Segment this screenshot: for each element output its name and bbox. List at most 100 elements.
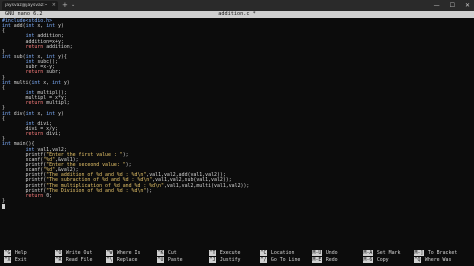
shortcut-label: Paste: [167, 257, 183, 263]
code-token: y): [57, 110, 64, 117]
shortcut-label: Cut: [167, 250, 177, 256]
minimize-icon[interactable]: —: [434, 0, 440, 11]
terminal-window: jaysvaz@jaysvaz:~ × + ⌄ — ☐ ✕ GNU nano 6…: [0, 0, 474, 266]
shortcut-key: M-A: [363, 250, 373, 256]
shortcut-label: Read File: [65, 257, 93, 263]
shortcut-key: M-U: [312, 250, 322, 256]
code-token: return: [25, 69, 47, 76]
shortcut-label: Where Was: [424, 257, 452, 263]
code-token: int: [31, 79, 44, 86]
shortcut-paste[interactable]: ^U Paste: [157, 257, 183, 263]
code-token: );: [122, 151, 129, 158]
maximize-icon[interactable]: ☐: [450, 0, 455, 11]
shortcut-key: ^U: [157, 257, 164, 263]
code-token: subr;: [46, 69, 61, 76]
shortcut-write-out[interactable]: ^O Write Out: [55, 250, 92, 256]
shortcut-label: Go To Line: [270, 257, 301, 263]
shortcut-replace[interactable]: ^\ Replace: [106, 257, 138, 263]
shortcut-location[interactable]: ^C Location: [260, 250, 294, 256]
code-token: y): [57, 23, 64, 30]
shortcut-to-bracket[interactable]: M-] To Bracket: [414, 250, 457, 256]
code-token: div(: [13, 110, 26, 117]
code-token: ,val1,val2,multi(val1,val2));: [163, 182, 250, 189]
shortcut-label: Exit: [14, 257, 27, 263]
shortcut-label: Justify: [219, 257, 241, 263]
code-token: y): [63, 79, 70, 86]
code-token: return: [25, 131, 47, 138]
shortcut-label: Location: [270, 250, 295, 256]
code-token: x,: [37, 110, 47, 117]
code-token: divi;: [46, 131, 61, 138]
shortcut-label: Set Mark: [376, 250, 401, 256]
shortcut-label: Help: [14, 250, 27, 256]
shortcut-key: ^Q: [414, 257, 421, 263]
shortcut-cut[interactable]: ^K Cut: [157, 250, 177, 256]
shortcut-key: ^C: [260, 250, 267, 256]
shortcut-label: Where Is: [116, 250, 141, 256]
code-token: int: [46, 110, 58, 117]
tab-strip: jaysvaz@jaysvaz:~ × + ⌄ — ☐ ✕: [0, 0, 474, 11]
shortcut-label: Write Out: [65, 250, 93, 256]
code-token: 0;: [46, 192, 53, 199]
code-token: return: [25, 192, 47, 199]
shortcut-undo[interactable]: M-U Undo: [312, 250, 338, 256]
shortcut-justify[interactable]: ^J Justify: [209, 257, 241, 263]
shortcut-label: Redo: [325, 257, 338, 263]
shortcut-exit[interactable]: ^X Exit: [4, 257, 27, 263]
text-cursor: [2, 204, 5, 210]
shortcut-key: ^T: [209, 250, 216, 256]
shortcut-label: Undo: [325, 250, 338, 256]
cursor-line: [2, 204, 472, 210]
code-token: return: [25, 43, 47, 50]
code-token: );: [125, 161, 132, 168]
code-token: }: [2, 197, 5, 204]
shortcut-label: Copy: [376, 257, 389, 263]
shortcut-key: ^W: [106, 250, 113, 256]
shortcut-key: M-E: [312, 257, 322, 263]
code-token: int: [25, 23, 38, 30]
window-controls: — ☐ ✕: [434, 0, 470, 11]
code-token: int: [46, 23, 58, 30]
terminal-tab[interactable]: jaysvaz@jaysvaz:~ ×: [2, 1, 58, 10]
close-tab-icon[interactable]: ×: [52, 1, 56, 10]
shortcut-redo[interactable]: M-E Redo: [312, 257, 338, 263]
shortcut-key: ^/: [260, 257, 267, 263]
code-token: y){: [57, 53, 67, 60]
shortcut-where-was[interactable]: ^Q Where Was: [414, 257, 451, 263]
shortcut-help-bar: ^G Help ^X Exit ^O Write Out ^R Read File ^W Wher…: [0, 249, 474, 266]
tab-title: jaysvaz@jaysvaz:~: [5, 3, 47, 8]
close-window-icon[interactable]: ✕: [465, 0, 470, 11]
shortcut-label: To Bracket: [427, 250, 458, 256]
file-name: addition.c *: [218, 11, 256, 17]
code-editor[interactable]: #include<stdio.h> int add(int x, int y){ …: [2, 18, 472, 210]
code-token: "The Division of %d and %d : %d\n": [46, 187, 147, 194]
tab-dropdown-icon[interactable]: ⌄: [71, 0, 75, 10]
code-token: add(: [13, 23, 26, 30]
shortcut-execute[interactable]: ^T Execute: [209, 250, 241, 256]
code-token: int: [52, 79, 64, 86]
shortcut-set-mark[interactable]: M-A Set Mark: [363, 250, 400, 256]
shortcut-label: Execute: [219, 250, 241, 256]
shortcut-read-file[interactable]: ^R Read File: [55, 257, 92, 263]
code-token: );: [146, 187, 153, 194]
shortcut-key: ^X: [4, 257, 11, 263]
code-token: int: [25, 110, 38, 117]
shortcut-go-to-line[interactable]: ^/Go To Line: [260, 257, 300, 263]
shortcut-key: ^R: [55, 257, 62, 263]
shortcut-key: ^\: [106, 257, 113, 263]
shortcut-copy[interactable]: M-6 Copy: [363, 257, 389, 263]
code-token: x,: [43, 79, 53, 86]
code-token: x,: [37, 23, 47, 30]
code-token: multipl;: [46, 100, 70, 107]
shortcut-key: ^K: [157, 250, 164, 256]
shortcut-key: ^G: [4, 250, 11, 256]
new-tab-icon[interactable]: +: [62, 0, 68, 10]
shortcut-label: Replace: [116, 257, 138, 263]
shortcut-where-is[interactable]: ^W Where Is: [106, 250, 140, 256]
code-token: addition;: [46, 43, 73, 50]
shortcut-help[interactable]: ^G Help: [4, 250, 27, 256]
